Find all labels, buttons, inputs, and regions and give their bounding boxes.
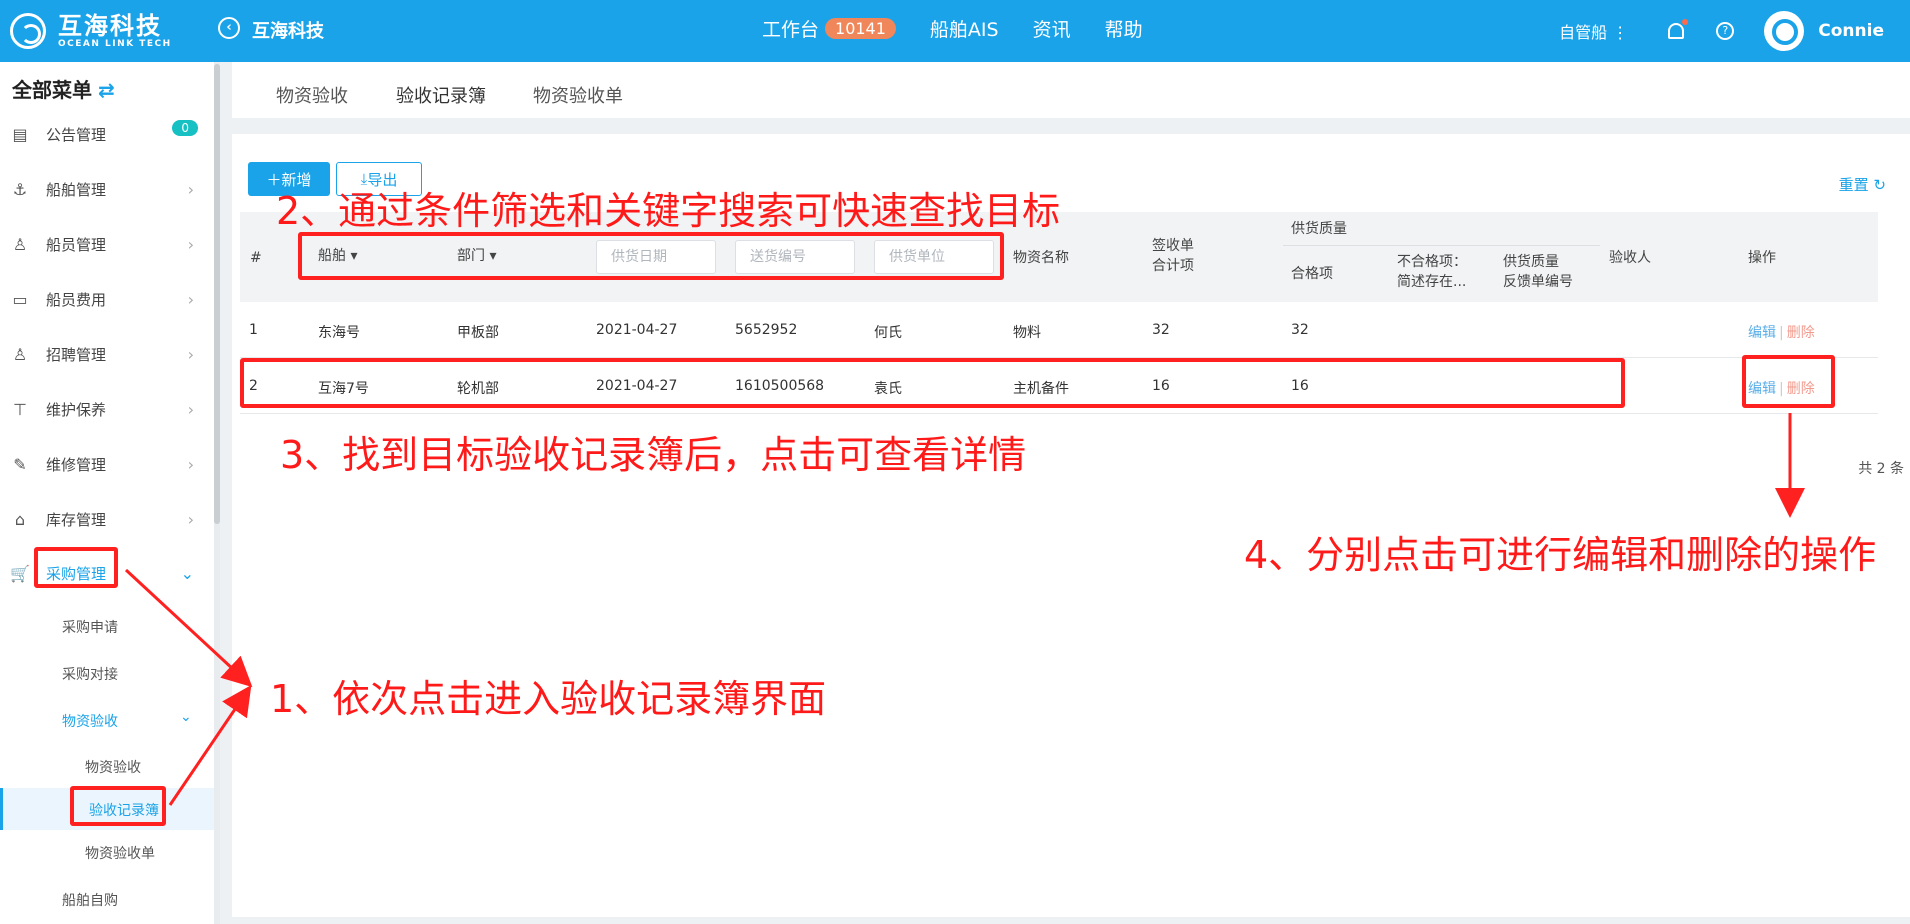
annotation-arrows (124, 413, 1805, 806)
arrow-book-to-step1 (168, 685, 252, 806)
arrow-purchase-to-step1 (124, 568, 253, 688)
